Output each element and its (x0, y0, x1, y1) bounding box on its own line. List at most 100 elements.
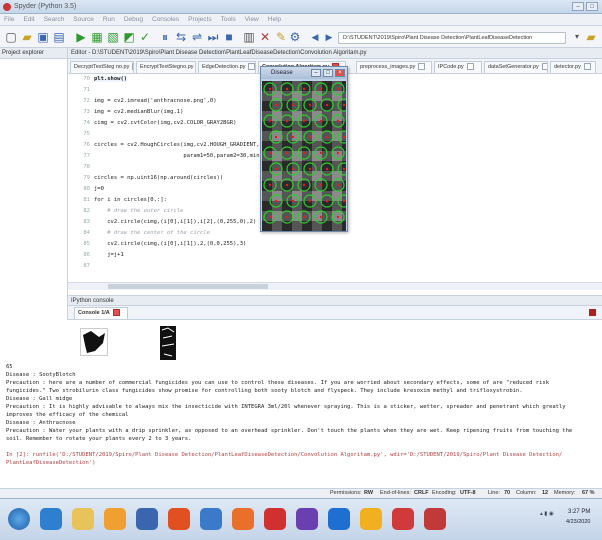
code-line[interactable]: img = cv2.imread('anthracnose.png',0) (94, 98, 217, 104)
menu-help[interactable]: Help (268, 14, 281, 25)
browse-folder-icon[interactable]: ▰ (584, 30, 598, 44)
code-line[interactable]: # draw the center of the circle (94, 230, 210, 236)
menu-consoles[interactable]: Consoles (152, 14, 179, 25)
code-line[interactable]: circles = np.uint16(np.around(circles)) (94, 175, 223, 181)
clock-date[interactable]: 4/23/2020 (566, 519, 590, 525)
visual-studio-icon[interactable] (296, 508, 318, 530)
run-cell-advance-icon[interactable]: ◩ (122, 30, 136, 44)
maximize-pane-icon[interactable]: ▥ (242, 30, 256, 44)
maximize-icon[interactable]: □ (323, 69, 333, 77)
circle-center (342, 199, 346, 203)
menu-search[interactable]: Search (44, 14, 65, 25)
stop-console-icon[interactable] (589, 309, 596, 316)
tab-decrypt[interactable]: DecryptTextSteg no.py (70, 61, 134, 73)
circle-center (308, 135, 312, 139)
shield-icon[interactable] (200, 508, 222, 530)
circle-center (268, 119, 272, 123)
close-icon[interactable] (112, 309, 120, 317)
close-icon[interactable] (248, 63, 255, 71)
menu-debug[interactable]: Debug (124, 14, 143, 25)
stop-debug-icon[interactable]: ■ (222, 30, 236, 44)
run-icon[interactable]: ▶ (74, 30, 88, 44)
open-folder-icon[interactable]: ▰ (20, 30, 34, 44)
tab-preprocess[interactable]: preprocess_images.py (356, 61, 432, 73)
tool-icon[interactable] (424, 508, 446, 530)
sublime-icon[interactable] (360, 508, 382, 530)
code-line[interactable]: param1=50,param2=30,minRadius= (94, 153, 282, 159)
tab-console[interactable]: Console 1/A (74, 307, 128, 319)
browser-icon[interactable] (232, 508, 254, 530)
code-line[interactable]: for i in circles[0,:]: (94, 197, 167, 203)
scrollbar-thumb[interactable] (108, 284, 268, 289)
close-icon[interactable] (541, 63, 547, 71)
code-line[interactable]: cv2.circle(cimg,(i[0],i[1]),i[2],(0,255,… (94, 219, 256, 225)
minimize-icon[interactable]: – (311, 69, 321, 77)
eol-value: CRLF (414, 490, 429, 496)
firefox-icon[interactable] (168, 508, 190, 530)
line-number: 78 (83, 164, 90, 170)
save-all-icon[interactable]: ▤ (52, 30, 66, 44)
console-output-line: Precaution : It is highly advisable to a… (6, 404, 566, 410)
start-button-icon[interactable] (8, 508, 30, 530)
menu-tools[interactable]: Tools (221, 14, 236, 25)
back-icon[interactable]: ◀ (308, 30, 322, 44)
circle-center (302, 87, 306, 91)
close-icon[interactable] (466, 63, 474, 71)
memory-label: Memory: (554, 490, 576, 496)
tab-ipcode[interactable]: IPCode.py (434, 61, 482, 73)
minimize-icon[interactable]: – (572, 2, 584, 11)
clock-time[interactable]: 3:27 PM (568, 509, 590, 515)
spyder-icon[interactable] (264, 508, 286, 530)
step-icon[interactable]: ⇆ (174, 30, 188, 44)
window-controls: – □ (572, 2, 598, 11)
cloud-icon[interactable] (328, 508, 350, 530)
menu-source[interactable]: Source (73, 14, 94, 25)
maximize-icon[interactable]: □ (586, 2, 598, 11)
menu-view[interactable]: View (245, 14, 259, 25)
file-explorer-icon[interactable] (72, 508, 94, 530)
tab-detector[interactable]: detector.py (550, 61, 596, 73)
code-line[interactable]: # draw the outer circle (94, 208, 183, 214)
code-line[interactable]: plt.show() (94, 76, 128, 82)
preferences-icon[interactable]: ✎ (274, 30, 288, 44)
code-line[interactable]: cimg = cv2.cvtColor(img,cv2.COLOR_GRAY2B… (94, 120, 236, 126)
pdf-icon[interactable] (392, 508, 414, 530)
step-into-icon[interactable]: ⇌ (190, 30, 204, 44)
close-icon[interactable] (132, 63, 133, 71)
internet-explorer-icon[interactable] (40, 508, 62, 530)
tray-icons[interactable]: ▴ ▮ ◉ (540, 511, 554, 517)
code-line[interactable]: j=0 (94, 186, 104, 192)
app-icon[interactable] (136, 508, 158, 530)
tab-encrypt[interactable]: EncryptTextStegno.py (136, 61, 196, 73)
run-file-icon[interactable]: ▦ (90, 30, 104, 44)
close-icon[interactable] (583, 63, 591, 71)
figure-window-title-bar[interactable]: Disease – □ × (261, 67, 347, 79)
python-path-icon[interactable]: ⚙ (288, 30, 302, 44)
working-directory-input[interactable]: D:\STUDENT\2019\Spiro\Plant Disease Dete… (338, 32, 566, 44)
editor-horizontal-scrollbar[interactable] (68, 282, 602, 290)
close-icon[interactable] (418, 63, 426, 71)
continue-icon[interactable]: ⏭ (206, 30, 220, 44)
close-icon[interactable]: × (335, 69, 345, 77)
code-line[interactable]: circles = cv2.HoughCircles(img,cv2.HOUGH… (94, 142, 276, 148)
code-line[interactable]: img = cv2.medianBlur(img,1) (94, 109, 183, 115)
code-line[interactable]: cv2.circle(cimg,(i[0],i[1]),2,(0,0,255),… (94, 241, 246, 247)
forward-icon[interactable]: ▶ (322, 30, 336, 44)
run-selection-icon[interactable]: ✓ (138, 30, 152, 44)
menu-file[interactable]: File (4, 14, 14, 25)
chevron-down-icon[interactable]: ▾ (570, 30, 584, 44)
code-line[interactable]: j=j+1 (94, 252, 124, 258)
run-cell-icon[interactable]: ▧ (106, 30, 120, 44)
menu-projects[interactable]: Projects (188, 14, 211, 25)
editor-header: Editor - D:\STUDENT\2019\Spiro\Plant Dis… (68, 48, 602, 59)
menu-edit[interactable]: Edit (23, 14, 34, 25)
new-file-icon[interactable]: ▢ (4, 30, 18, 44)
debug-icon[interactable]: ⏸ (158, 30, 172, 44)
save-icon[interactable]: ▣ (36, 30, 50, 44)
fullscreen-icon[interactable]: ✕ (258, 30, 272, 44)
media-player-icon[interactable] (104, 508, 126, 530)
tab-edge-detection[interactable]: EdgeDetection.py (198, 61, 256, 73)
figure-window[interactable]: Disease – □ × (260, 66, 348, 232)
tab-dataset-generator[interactable]: dataSetGenerator.py (484, 61, 548, 73)
menu-run[interactable]: Run (103, 14, 115, 25)
